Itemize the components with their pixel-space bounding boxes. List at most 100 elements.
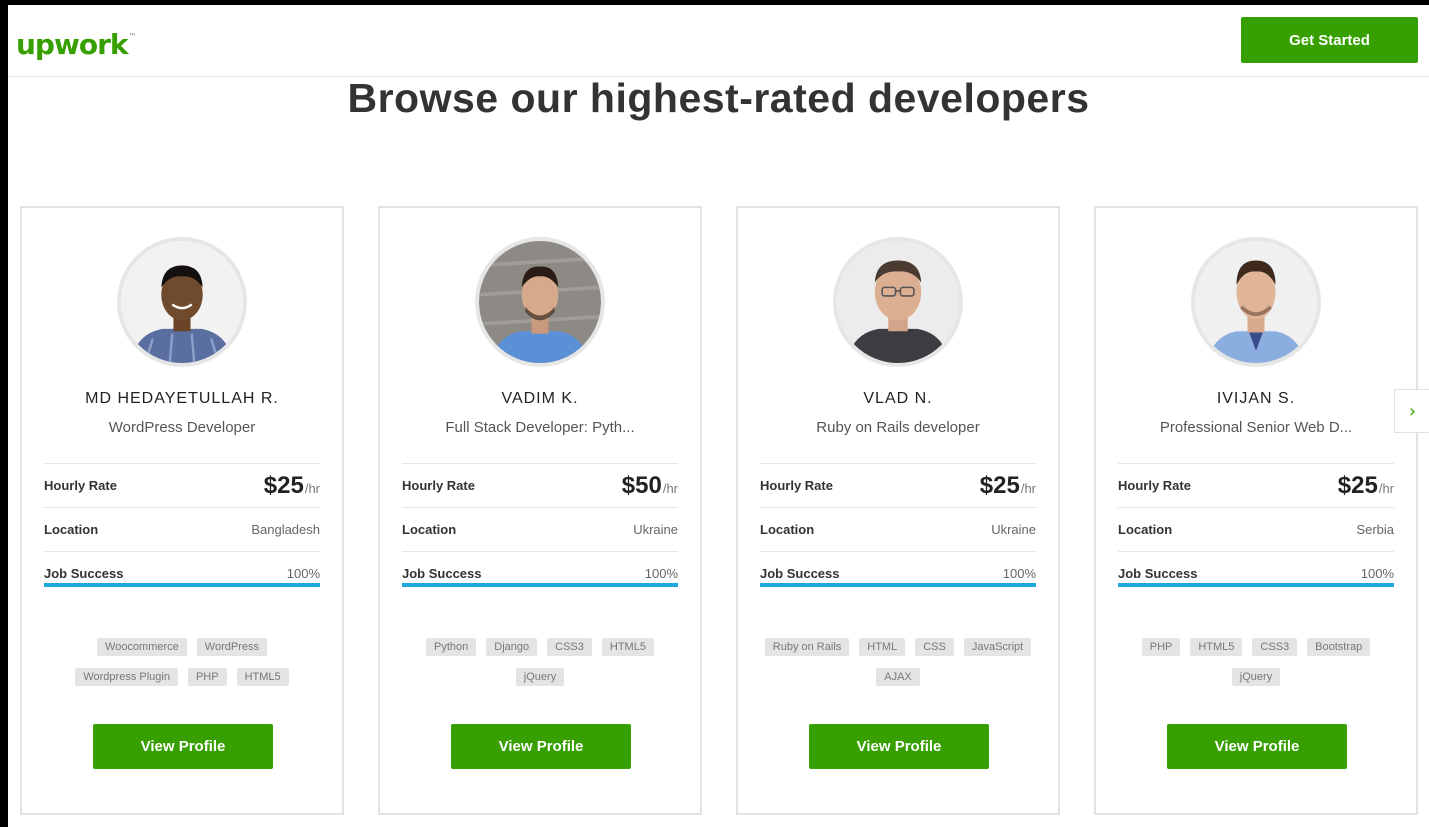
view-profile-button[interactable]: View Profile — [809, 724, 989, 769]
developer-stats: Hourly Rate $25 /hr Location Serbia Job … — [1118, 463, 1394, 587]
avatar — [475, 237, 605, 367]
view-profile-button[interactable]: View Profile — [93, 724, 273, 769]
avatar-photo-icon — [837, 241, 959, 363]
developer-card: VADIM K. Full Stack Developer: Pyth... H… — [378, 206, 702, 815]
skill-tag[interactable]: CSS — [915, 638, 954, 656]
job-success-bar — [402, 583, 678, 587]
get-started-button[interactable]: Get Started — [1241, 17, 1418, 63]
skill-tag[interactable]: Django — [486, 638, 538, 656]
job-success-label: Job Success — [760, 566, 840, 581]
rate-amount: $50 — [621, 471, 662, 499]
hourly-rate-row: Hourly Rate $25 /hr — [44, 463, 320, 507]
skill-tag[interactable]: HTML5 — [1190, 638, 1243, 656]
view-profile-button[interactable]: View Profile — [1167, 724, 1347, 769]
developer-stats: Hourly Rate $25 /hr Location Ukraine Job… — [760, 463, 1036, 587]
job-success-value: 100% — [1002, 566, 1036, 581]
skill-tag[interactable]: CSS3 — [1252, 638, 1298, 656]
skill-tag[interactable]: HTML5 — [236, 668, 289, 686]
job-success-bar — [760, 583, 1036, 587]
location-label: Location — [402, 522, 457, 537]
hourly-rate-label: Hourly Rate — [402, 478, 475, 493]
avatar — [833, 237, 963, 367]
job-success-row: Job Success 100% — [760, 551, 1036, 595]
location-value: Serbia — [1356, 522, 1394, 537]
view-profile-button[interactable]: View Profile — [451, 724, 631, 769]
job-success-row: Job Success 100% — [1118, 551, 1394, 595]
job-success-label: Job Success — [402, 566, 482, 581]
hourly-rate-row: Hourly Rate $50 /hr — [402, 463, 678, 507]
job-success-bar — [1118, 583, 1394, 587]
page: upwork ™ Get Started Browse our highest-… — [8, 5, 1429, 827]
skill-tags: Python Django CSS3 HTML5 jQuery — [400, 638, 680, 686]
chevron-right-icon: › — [1408, 400, 1417, 422]
developer-name: IVIJAN S. — [1216, 390, 1296, 407]
page-title: Browse our highest-rated developers — [347, 75, 1090, 121]
skill-tag[interactable]: jQuery — [515, 668, 565, 686]
skill-tag[interactable]: Python — [426, 638, 477, 656]
job-success-row: Job Success 100% — [44, 551, 320, 595]
rate-unit: /hr — [1020, 480, 1036, 496]
skill-tag[interactable]: Woocommerce — [97, 638, 187, 656]
skill-tag[interactable]: PHP — [187, 668, 227, 686]
avatar — [1191, 237, 1321, 367]
skill-tag[interactable]: AJAX — [876, 668, 920, 686]
skill-tag[interactable]: Bootstrap — [1307, 638, 1371, 656]
developer-title: WordPress Developer — [108, 419, 256, 436]
developer-stats: Hourly Rate $25 /hr Location Bangladesh … — [44, 463, 320, 587]
location-row: Location Serbia — [1118, 507, 1394, 551]
upwork-logo[interactable]: upwork ™ — [16, 19, 137, 59]
job-success-row: Job Success 100% — [402, 551, 678, 595]
job-success-bar-fill — [760, 583, 1036, 587]
rate-unit: /hr — [662, 480, 678, 496]
skill-tag[interactable]: HTML — [859, 638, 906, 656]
developer-name: MD HEDAYETULLAH R. — [85, 390, 279, 407]
hourly-rate-row: Hourly Rate $25 /hr — [760, 463, 1036, 507]
skill-tag[interactable]: HTML5 — [601, 638, 654, 656]
hourly-rate-row: Hourly Rate $25 /hr — [1118, 463, 1394, 507]
job-success-label: Job Success — [1118, 566, 1198, 581]
skill-tag[interactable]: CSS3 — [547, 638, 592, 656]
avatar-photo-icon — [1195, 241, 1317, 363]
skill-tag[interactable]: WordPress — [196, 638, 267, 656]
developer-card: VLAD N. Ruby on Rails developer Hourly R… — [736, 206, 1060, 815]
job-success-bar-fill — [44, 583, 320, 587]
skill-tag[interactable]: Wordpress Plugin — [75, 668, 178, 686]
location-value: Ukraine — [991, 522, 1036, 537]
developer-card: MD HEDAYETULLAH R. WordPress Developer H… — [20, 206, 344, 815]
skill-tags: PHP HTML5 CSS3 Bootstrap jQuery — [1116, 638, 1396, 686]
skill-tag[interactable]: jQuery — [1231, 668, 1281, 686]
job-success-label: Job Success — [44, 566, 124, 581]
job-success-value: 100% — [1360, 566, 1394, 581]
logo-text: upwork — [16, 28, 129, 61]
skill-tag[interactable]: JavaScript — [963, 638, 1032, 656]
skill-tag[interactable]: PHP — [1141, 638, 1181, 656]
rate-unit: /hr — [1378, 480, 1394, 496]
location-row: Location Bangladesh — [44, 507, 320, 551]
job-success-bar-fill — [402, 583, 678, 587]
developer-title: Professional Senior Web D... — [1159, 419, 1353, 436]
developer-title: Ruby on Rails developer — [816, 419, 980, 436]
location-value: Ukraine — [633, 522, 678, 537]
site-header: upwork ™ Get Started — [8, 5, 1429, 77]
skill-tag[interactable]: Ruby on Rails — [764, 638, 850, 656]
developer-stats: Hourly Rate $50 /hr Location Ukraine Job… — [402, 463, 678, 587]
rate-amount: $25 — [263, 471, 304, 499]
job-success-bar — [44, 583, 320, 587]
location-label: Location — [760, 522, 815, 537]
developer-name: VADIM K. — [501, 390, 579, 407]
avatar-photo-icon — [121, 241, 243, 363]
carousel-next-button[interactable]: › — [1394, 389, 1429, 433]
location-label: Location — [1118, 522, 1173, 537]
skill-tags: Woocommerce WordPress Wordpress Plugin P… — [42, 638, 322, 686]
job-success-bar-fill — [1118, 583, 1394, 587]
hourly-rate-label: Hourly Rate — [44, 478, 117, 493]
rate-amount: $25 — [979, 471, 1020, 499]
developer-card: IVIJAN S. Professional Senior Web D... H… — [1094, 206, 1418, 815]
hourly-rate-value: $50 /hr — [622, 472, 678, 500]
rate-amount: $25 — [1337, 471, 1378, 499]
job-success-value: 100% — [286, 566, 320, 581]
hourly-rate-value: $25 /hr — [1338, 472, 1394, 500]
rate-unit: /hr — [304, 480, 320, 496]
job-success-value: 100% — [644, 566, 678, 581]
developer-name: VLAD N. — [863, 390, 933, 407]
